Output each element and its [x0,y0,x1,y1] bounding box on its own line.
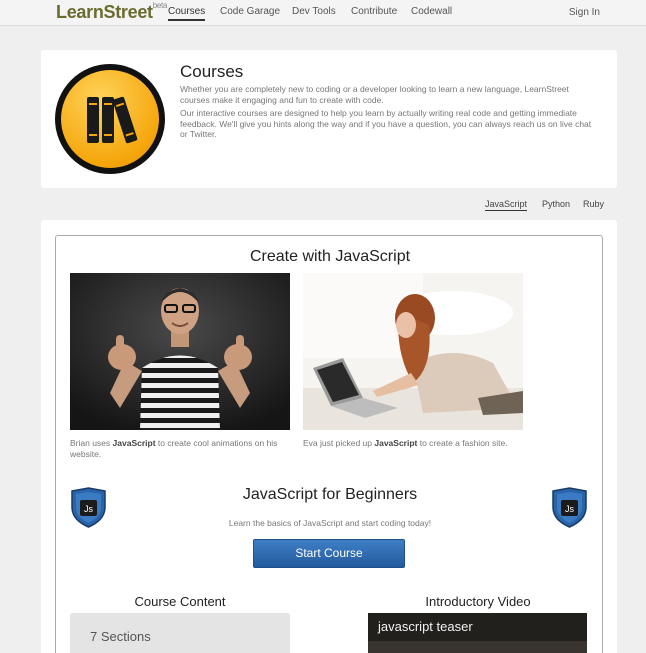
course-title: JavaScript for Beginners [242,486,418,503]
site-logo[interactable]: LearnStreetbeta [56,1,168,23]
sign-in-link[interactable]: Sign In [569,7,600,18]
nav-code-garage[interactable]: Code Garage [220,6,280,17]
start-course-button[interactable]: Start Course [253,539,405,568]
nav-courses[interactable]: Courses [168,6,206,21]
create-heading: Create with JavaScript [249,248,411,265]
course-subtitle: Learn the basics of JavaScript and start… [228,518,432,528]
video-title: javascript teaser [378,619,473,634]
nav-dev-tools[interactable]: Dev Tools [292,6,336,17]
eva-caption: Eva just picked up JavaScript to create … [303,438,508,448]
brian-photo [70,273,290,430]
course-panel: Create with JavaScript Brian uses JavaSc… [55,235,603,653]
tab-javascript[interactable]: JavaScript [485,199,528,211]
course-content-panel: 7 Sections [70,613,290,653]
sections-count[interactable]: 7 Sections [90,629,151,644]
details-paragraph: Our interactive courses are designed to … [180,108,592,139]
svg-text:Js: Js [565,504,575,514]
svg-text:Js: Js [84,504,94,514]
course-content-heading: Course Content [134,594,226,609]
page-title: Courses [180,62,244,81]
nav-contribute[interactable]: Contribute [351,6,397,17]
brian-caption: Brian uses JavaScript to create cool ani… [70,438,278,459]
top-nav-bar: LearnStreetbeta Courses Code Garage Dev … [0,0,646,26]
nav-codewall[interactable]: Codewall [411,6,452,17]
eva-photo [303,273,523,430]
intro-video-player[interactable]: javascript teaser [368,613,587,653]
intro-video-heading: Introductory Video [425,594,531,609]
course-card: Create with JavaScript Brian uses JavaSc… [41,220,617,653]
courses-header-card: Courses Whether you are completely new t… [41,50,617,188]
tab-python[interactable]: Python [542,199,570,209]
books-badge-icon [55,64,165,174]
logo-beta-tag: beta [152,1,168,10]
intro-paragraph: Whether you are completely new to coding… [180,84,569,105]
logo-text: LearnStreet [56,2,153,22]
tab-ruby[interactable]: Ruby [583,199,604,209]
